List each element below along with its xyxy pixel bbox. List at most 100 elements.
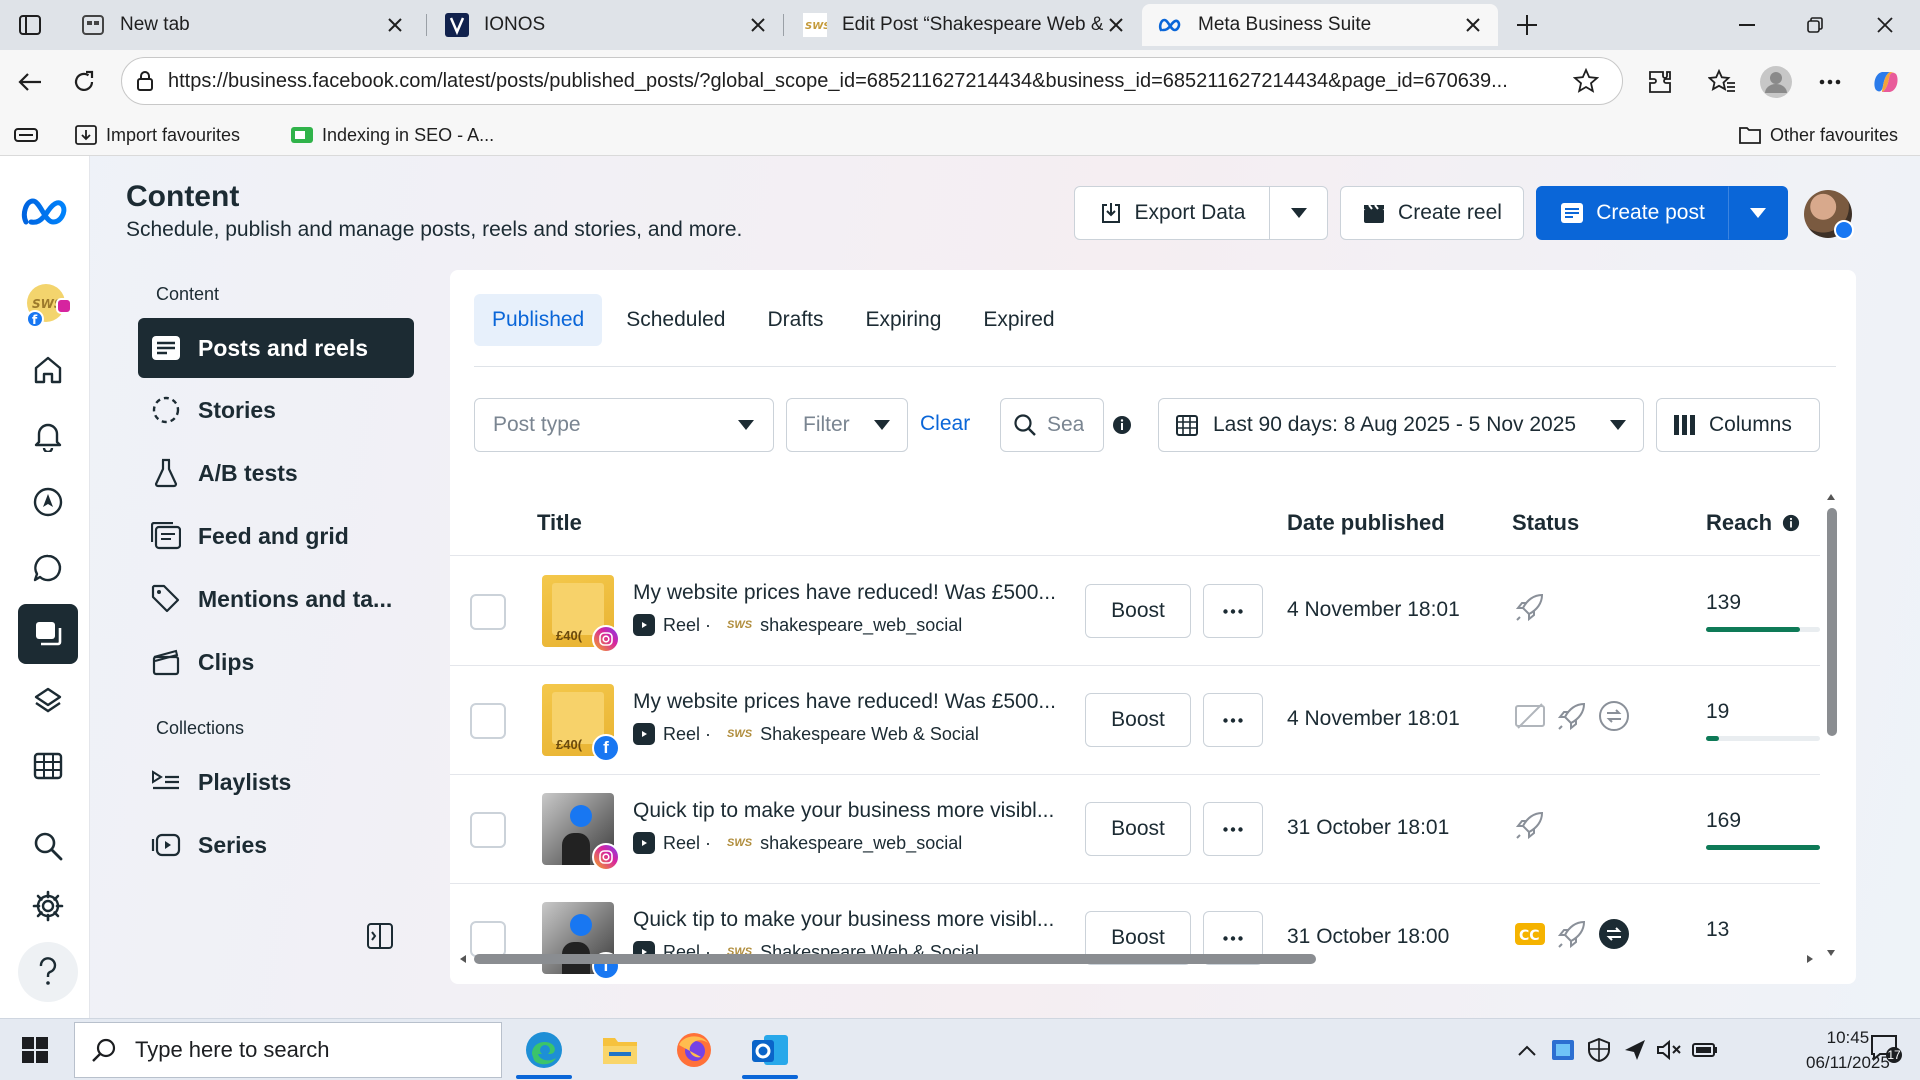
meta-logo-icon[interactable]	[18, 182, 78, 242]
more-options-icon[interactable]	[1808, 60, 1852, 104]
table-row[interactable]: Quick tip to make your business more vis…	[450, 775, 1820, 884]
vertical-scrollbar[interactable]	[1824, 490, 1838, 960]
info-icon[interactable]	[1782, 514, 1800, 532]
export-data-button[interactable]: Export Data	[1074, 186, 1270, 240]
volume-muted-icon[interactable]	[1656, 1037, 1682, 1063]
close-tab-icon[interactable]	[745, 12, 771, 38]
boost-rocket-icon[interactable]	[1514, 591, 1546, 623]
create-reel-button[interactable]: Create reel	[1340, 186, 1524, 240]
notification-center-icon[interactable]: 17	[1870, 1033, 1904, 1067]
tab-expired[interactable]: Expired	[965, 294, 1072, 346]
search-input[interactable]: Sea	[1000, 398, 1104, 452]
reading-view-icon[interactable]	[14, 120, 38, 150]
columns-button[interactable]: Columns	[1656, 398, 1820, 452]
tab-actions-icon[interactable]	[0, 0, 60, 50]
content-icon[interactable]	[18, 604, 78, 664]
taskbar-search-input[interactable]: Type here to search	[74, 1022, 502, 1078]
table-row[interactable]: £40(f My website prices have reduced! Was…	[450, 666, 1820, 775]
battery-icon[interactable]	[1692, 1037, 1718, 1063]
crossposted-icon[interactable]	[1598, 700, 1630, 732]
crossposted-dark-icon[interactable]	[1598, 918, 1630, 950]
browser-tab-edit-post[interactable]: SWS Edit Post “Shakespeare Web & Social”	[786, 4, 1141, 46]
lock-icon[interactable]	[136, 70, 154, 92]
show-hidden-icons-icon[interactable]	[1514, 1037, 1540, 1063]
export-dropdown-button[interactable]	[1269, 186, 1328, 240]
info-icon[interactable]	[1112, 415, 1132, 435]
close-tab-icon[interactable]	[1103, 12, 1129, 38]
column-header-status[interactable]: Status	[1512, 510, 1579, 536]
edge-icon[interactable]	[508, 1021, 580, 1079]
more-options-button[interactable]	[1203, 584, 1263, 638]
close-window-icon[interactable]	[1852, 0, 1918, 50]
insights-table-icon[interactable]	[18, 736, 78, 796]
sidebar-item-clips[interactable]: Clips	[138, 632, 414, 692]
boost-button[interactable]: Boost	[1085, 693, 1191, 747]
clear-filters-link[interactable]: Clear	[920, 412, 970, 436]
inbox-icon[interactable]	[18, 538, 78, 598]
tab-drafts[interactable]: Drafts	[749, 294, 841, 346]
more-options-button[interactable]	[1203, 693, 1263, 747]
back-icon[interactable]	[8, 60, 52, 104]
create-post-dropdown-button[interactable]	[1728, 186, 1788, 240]
post-title[interactable]: My website prices have reduced! Was £500…	[633, 690, 1073, 714]
table-row[interactable]: f Quick tip to make your business more vi…	[450, 884, 1820, 984]
tab-scheduled[interactable]: Scheduled	[608, 294, 743, 346]
row-checkbox[interactable]	[470, 812, 506, 848]
windows-start-icon[interactable]	[0, 1021, 70, 1079]
boost-button[interactable]: Boost	[1085, 584, 1191, 638]
row-checkbox[interactable]	[470, 594, 506, 630]
boost-button[interactable]: Boost	[1085, 802, 1191, 856]
date-range-picker[interactable]: Last 90 days: 8 Aug 2025 - 5 Nov 2025	[1158, 398, 1644, 452]
sidebar-item-series[interactable]: Series	[138, 815, 414, 875]
post-type-select[interactable]: Post type	[474, 398, 774, 452]
url-bar[interactable]: https://business.facebook.com/latest/pos…	[121, 57, 1623, 105]
horizontal-scrollbar[interactable]	[450, 950, 1830, 968]
sidebar-item-stories[interactable]: Stories	[138, 380, 414, 440]
sidebar-item-feed-and-grid[interactable]: Feed and grid	[138, 506, 414, 566]
sidebar-item-posts-and-reels[interactable]: Posts and reels	[138, 318, 414, 378]
browser-tab-meta-business-suite[interactable]: Meta Business Suite	[1142, 4, 1498, 46]
ads-icon[interactable]	[18, 670, 78, 730]
home-icon[interactable]	[18, 340, 78, 400]
filter-button[interactable]: Filter	[786, 398, 908, 452]
other-favourites-link[interactable]: Other favourites	[1738, 120, 1898, 150]
create-post-button[interactable]: Create post	[1536, 186, 1729, 240]
sidebar-item-playlists[interactable]: Playlists	[138, 752, 414, 812]
copilot-icon[interactable]	[1864, 60, 1908, 104]
indexing-seo-link[interactable]: Indexing in SEO - A...	[290, 120, 494, 150]
import-favourites-link[interactable]: Import favourites	[74, 120, 240, 150]
no-captions-icon[interactable]	[1514, 702, 1546, 730]
row-checkbox[interactable]	[470, 703, 506, 739]
column-header-title[interactable]: Title	[537, 510, 582, 536]
search-icon[interactable]	[18, 816, 78, 876]
tab-published[interactable]: Published	[474, 294, 603, 346]
column-header-date-published[interactable]: Date published	[1287, 510, 1445, 536]
url-text[interactable]: https://business.facebook.com/latest/pos…	[168, 70, 1563, 93]
more-options-button[interactable]	[1203, 802, 1263, 856]
firefox-icon[interactable]	[658, 1021, 730, 1079]
sidebar-item-ab-tests[interactable]: A/B tests	[138, 443, 414, 503]
avatar[interactable]	[1804, 190, 1854, 240]
favourite-star-icon[interactable]	[1573, 68, 1599, 94]
close-tab-icon[interactable]	[382, 12, 408, 38]
captions-icon[interactable]: CC	[1514, 921, 1546, 947]
boost-rocket-icon[interactable]	[1514, 809, 1546, 841]
tab-expiring[interactable]: Expiring	[848, 294, 960, 346]
browser-tab-ionos[interactable]: IONOS	[428, 4, 783, 46]
restore-icon[interactable]	[1782, 0, 1848, 50]
browser-tab-new-tab[interactable]: New tab	[64, 4, 420, 46]
column-header-reach[interactable]: Reach	[1706, 510, 1800, 536]
post-title[interactable]: My website prices have reduced! Was £500…	[633, 581, 1073, 605]
table-row[interactable]: £40(My website prices have reduced! Was …	[450, 557, 1820, 666]
boost-rocket-icon[interactable]	[1556, 918, 1588, 950]
boost-rocket-icon[interactable]	[1556, 700, 1588, 732]
favourites-icon[interactable]	[1700, 60, 1744, 104]
post-title[interactable]: Quick tip to make your business more vis…	[633, 908, 1073, 932]
location-icon[interactable]	[1622, 1037, 1648, 1063]
notifications-icon[interactable]	[18, 406, 78, 466]
extensions-icon[interactable]	[1638, 60, 1682, 104]
minimize-icon[interactable]	[1714, 0, 1780, 50]
refresh-icon[interactable]	[62, 60, 106, 104]
sidebar-item-mentions-and-tags[interactable]: Mentions and ta...	[138, 569, 414, 629]
outlook-icon[interactable]	[734, 1021, 806, 1079]
